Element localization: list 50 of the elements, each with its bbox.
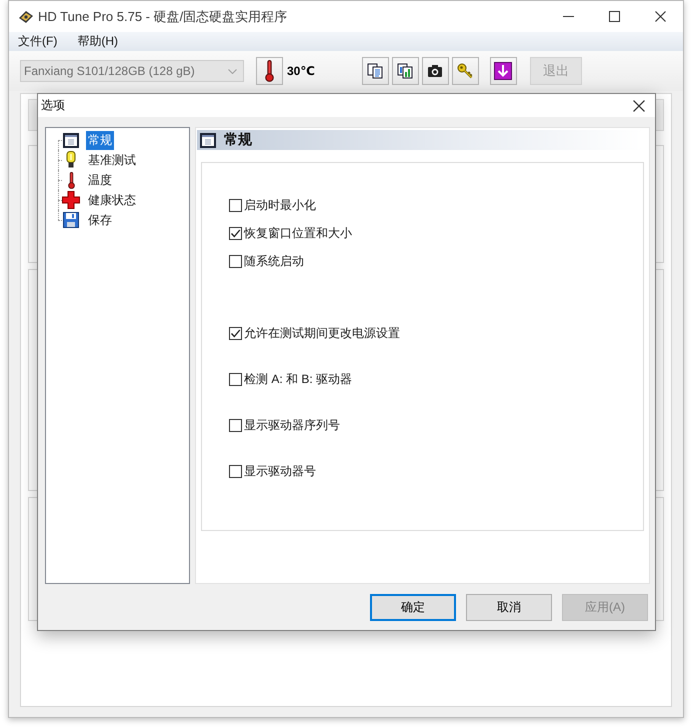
checkbox-label[interactable]: 显示驱动器号 bbox=[244, 462, 316, 480]
checkbox[interactable] bbox=[229, 226, 242, 240]
toolbar-button[interactable] bbox=[490, 57, 517, 85]
checkbox[interactable] bbox=[229, 464, 242, 478]
checkbox-label[interactable]: 恢复窗口位置和大小 bbox=[244, 224, 352, 242]
window-icon bbox=[63, 132, 79, 148]
toolbar-button[interactable] bbox=[452, 57, 479, 85]
dialog-title: 选项 bbox=[41, 97, 65, 114]
cross-icon bbox=[62, 191, 80, 209]
toolbar-button[interactable] bbox=[392, 57, 419, 85]
checkmark-icon bbox=[230, 228, 241, 238]
dialog-button[interactable]: 确定 bbox=[370, 594, 456, 621]
thermometer-icon bbox=[265, 60, 274, 82]
tree-item[interactable]: 温度 bbox=[86, 170, 114, 190]
checkbox[interactable] bbox=[229, 326, 242, 340]
section-title: 常规 bbox=[224, 131, 252, 149]
checkbox-label[interactable]: 随系统启动 bbox=[244, 252, 304, 270]
thermometer-icon bbox=[68, 172, 74, 188]
checkbox[interactable] bbox=[229, 198, 242, 212]
checkbox[interactable] bbox=[229, 254, 242, 268]
close-icon bbox=[654, 11, 666, 22]
checkbox-label[interactable]: 显示驱动器序列号 bbox=[244, 416, 340, 434]
maximize-icon bbox=[608, 11, 620, 22]
tree-item[interactable]: 保存 bbox=[86, 210, 114, 230]
checkmark-icon bbox=[230, 328, 241, 338]
documents-icon bbox=[367, 63, 384, 79]
camera-icon bbox=[427, 64, 444, 78]
window-title: HD Tune Pro 5.75 - 硬盘/固态硬盘实用程序 bbox=[38, 8, 288, 26]
tree-item[interactable]: 健康状态 bbox=[86, 190, 138, 210]
close-icon bbox=[633, 100, 645, 112]
menu-item[interactable]: 文件(F) bbox=[14, 32, 62, 51]
checkbox-label[interactable]: 允许在测试期间更改电源设置 bbox=[244, 324, 400, 342]
tree-item[interactable]: 基准测试 bbox=[86, 150, 138, 170]
tree-item[interactable]: 常规 bbox=[86, 130, 114, 150]
caret-icon bbox=[228, 68, 237, 74]
checkbox[interactable] bbox=[229, 372, 242, 386]
checkbox[interactable] bbox=[229, 418, 242, 432]
documents-chart-icon bbox=[397, 63, 414, 79]
bulb-icon bbox=[66, 151, 76, 169]
key-icon bbox=[457, 63, 474, 79]
toolbar-button[interactable] bbox=[362, 57, 389, 85]
menu-item[interactable]: 帮助(H) bbox=[73, 32, 122, 51]
dialog-button[interactable]: 取消 bbox=[466, 594, 552, 621]
checkbox-label[interactable]: 启动时最小化 bbox=[244, 196, 316, 214]
checkbox-label[interactable]: 检测 A: 和 B: 驱动器 bbox=[244, 370, 352, 388]
window-icon bbox=[200, 132, 216, 148]
temperature-button[interactable] bbox=[256, 57, 283, 85]
diamond-icon bbox=[18, 8, 34, 24]
toolbar-button[interactable] bbox=[422, 57, 449, 85]
temperature-reading: 30℃ bbox=[287, 64, 315, 78]
